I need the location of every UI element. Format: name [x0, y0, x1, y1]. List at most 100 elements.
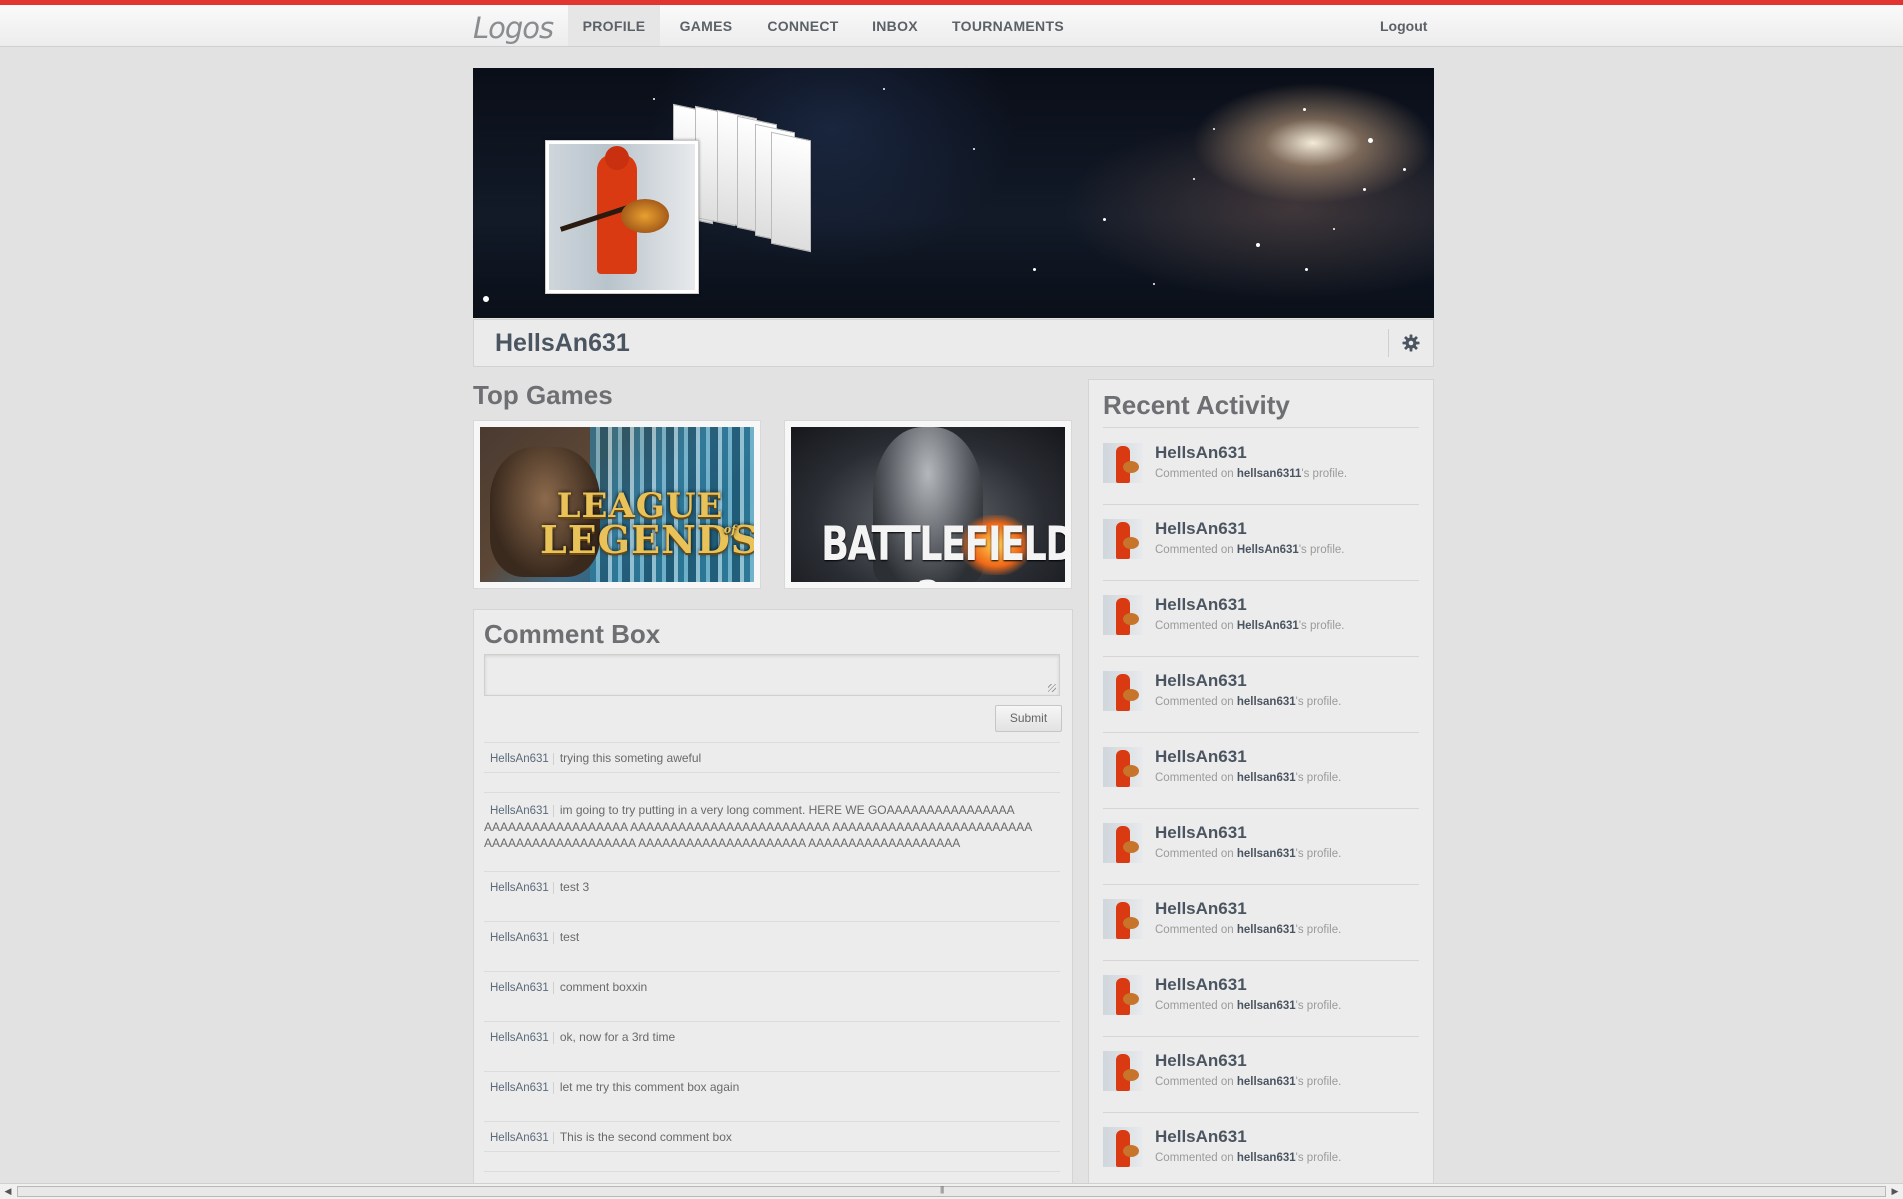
activity-item: HellsAn631 Commented on hellsan631's pro… — [1103, 656, 1419, 733]
avatar[interactable] — [1103, 975, 1143, 1015]
activity-target[interactable]: hellsan6311 — [1237, 468, 1302, 480]
comment-input[interactable] — [484, 654, 1060, 696]
avatar[interactable] — [1103, 671, 1143, 711]
activity-description: Commented on HellsAn631's profile. — [1155, 620, 1345, 632]
comment-row: HellsAn631 test 3 — [484, 871, 1060, 902]
activity-user[interactable]: HellsAn631 — [1155, 595, 1247, 615]
activity-item: HellsAn631 Commented on hellsan631's pro… — [1103, 808, 1419, 885]
activity-target[interactable]: HellsAn631 — [1237, 620, 1299, 632]
activity-item: HellsAn631 Commented on hellsan631's pro… — [1103, 1112, 1419, 1188]
avatar[interactable] — [1103, 443, 1143, 483]
recent-activity-title: Recent Activity — [1103, 390, 1290, 420]
recent-activity-panel: Recent Activity HellsAn631 Commented on … — [1088, 379, 1434, 1199]
comment-row: HellsAn631 This is the second comment box — [484, 1121, 1060, 1152]
activity-description: Commented on hellsan631's profile. — [1155, 924, 1342, 936]
nav-games[interactable]: GAMES — [668, 5, 744, 46]
lol-logo-of: of — [723, 523, 736, 536]
activity-user[interactable]: HellsAn631 — [1155, 899, 1247, 919]
profile-avatar[interactable] — [545, 140, 699, 294]
scroll-right-arrow-icon[interactable]: ▶ — [1888, 1186, 1902, 1197]
scrollbar-thumb[interactable] — [17, 1186, 1886, 1197]
activity-target[interactable]: hellsan631 — [1237, 848, 1296, 860]
avatar[interactable] — [1103, 519, 1143, 559]
submit-button[interactable]: Submit — [995, 705, 1062, 732]
logout-link[interactable]: Logout — [1380, 5, 1427, 46]
activity-user[interactable]: HellsAn631 — [1155, 443, 1247, 463]
lol-logo-line2: LEGENDS — [540, 517, 754, 562]
top-navbar: Logos PROFILE GAMES CONNECT INBOX TOURNA… — [0, 5, 1903, 47]
horizontal-scrollbar[interactable]: ◀ ||| ▶ — [0, 1183, 1903, 1199]
comment-user[interactable]: HellsAn631 — [484, 882, 554, 894]
comment-row: HellsAn631 test — [484, 921, 1060, 952]
activity-description: Commented on hellsan631's profile. — [1155, 1076, 1342, 1088]
gear-icon — [1402, 334, 1420, 352]
nav-profile[interactable]: PROFILE — [568, 5, 660, 46]
scrollbar-grip-icon: ||| — [940, 1185, 944, 1194]
avatar[interactable] — [1103, 747, 1143, 787]
top-games-title: Top Games — [473, 380, 613, 410]
settings-button[interactable] — [1388, 329, 1433, 357]
comment-row: HellsAn631 trying this someting aweful — [484, 742, 1060, 773]
activity-target[interactable]: hellsan631 — [1237, 1076, 1296, 1088]
scroll-left-arrow-icon[interactable]: ◀ — [1, 1186, 15, 1197]
avatar[interactable] — [1103, 1051, 1143, 1091]
comment-user[interactable]: HellsAn631 — [484, 932, 554, 944]
activity-user[interactable]: HellsAn631 — [1155, 823, 1247, 843]
avatar[interactable] — [1103, 899, 1143, 939]
activity-description: Commented on hellsan631's profile. — [1155, 772, 1342, 784]
activity-description: Commented on hellsan631's profile. — [1155, 1152, 1342, 1164]
activity-target[interactable]: hellsan631 — [1237, 772, 1296, 784]
comment-user[interactable]: HellsAn631 — [484, 805, 554, 817]
comment-user[interactable]: HellsAn631 — [484, 753, 554, 765]
activity-user[interactable]: HellsAn631 — [1155, 747, 1247, 767]
brand-logo[interactable]: Logos — [473, 11, 554, 45]
activity-user[interactable]: HellsAn631 — [1155, 519, 1247, 539]
activity-item: HellsAn631 Commented on HellsAn631's pro… — [1103, 580, 1419, 657]
comment-user[interactable]: HellsAn631 — [484, 1132, 554, 1144]
comment-row: HellsAn631 ok, now for a 3rd time — [484, 1021, 1060, 1052]
activity-description: Commented on hellsan631's profile. — [1155, 848, 1342, 860]
activity-target[interactable]: hellsan631 — [1237, 1152, 1296, 1164]
activity-item: HellsAn631 Commented on hellsan6311's pr… — [1103, 428, 1419, 505]
comment-box-title: Comment Box — [484, 619, 661, 649]
avatar[interactable] — [1103, 595, 1143, 635]
activity-target[interactable]: hellsan631 — [1237, 1000, 1296, 1012]
activity-item: HellsAn631 Commented on hellsan631's pro… — [1103, 884, 1419, 961]
profile-name-bar: HellsAn631 — [473, 319, 1434, 367]
comment-text: ok, now for a 3rd time — [559, 1030, 676, 1044]
comment-text: test 3 — [559, 880, 590, 894]
activity-target[interactable]: hellsan631 — [1237, 924, 1296, 936]
activity-target[interactable]: hellsan631 — [1237, 696, 1296, 708]
game-card-league-of-legends[interactable]: LEAGUE LEGENDS of — [473, 420, 761, 589]
activity-target[interactable]: HellsAn631 — [1237, 544, 1299, 556]
comment-text: let me try this comment box again — [559, 1080, 740, 1094]
comment-row: HellsAn631 comment boxxin — [484, 971, 1060, 1002]
comment-row: HellsAn631 im going to try putting in a v… — [484, 792, 1060, 858]
comment-row: HellsAn631 let me try this comment box ag… — [484, 1071, 1060, 1102]
comment-text: This is the second comment box — [559, 1130, 732, 1144]
avatar[interactable] — [1103, 823, 1143, 863]
avatar[interactable] — [1103, 1127, 1143, 1167]
comment-text: test — [559, 930, 580, 944]
activity-user[interactable]: HellsAn631 — [1155, 671, 1247, 691]
activity-user[interactable]: HellsAn631 — [1155, 1127, 1247, 1147]
activity-item: HellsAn631 Commented on hellsan631's pro… — [1103, 960, 1419, 1037]
comment-user[interactable]: HellsAn631 — [484, 1082, 554, 1094]
comment-text: comment boxxin — [559, 980, 648, 994]
activity-user[interactable]: HellsAn631 — [1155, 975, 1247, 995]
game-card-battlefield-3[interactable]: BATTLEFIELD 3 — [784, 420, 1072, 589]
activity-description: Commented on HellsAn631's profile. — [1155, 544, 1345, 556]
nav-connect[interactable]: CONNECT — [760, 5, 846, 46]
comment-user[interactable]: HellsAn631 — [484, 982, 554, 994]
nav-inbox[interactable]: INBOX — [862, 5, 928, 46]
nav-tournaments[interactable]: TOURNAMENTS — [944, 5, 1072, 46]
activity-item: HellsAn631 Commented on hellsan631's pro… — [1103, 732, 1419, 809]
activity-description: Commented on hellsan6311's profile. — [1155, 468, 1348, 480]
activity-item: HellsAn631 Commented on HellsAn631's pro… — [1103, 504, 1419, 581]
comment-box-panel: Comment Box Submit HellsAn631 trying this… — [473, 609, 1073, 1199]
comment-user[interactable]: HellsAn631 — [484, 1032, 554, 1044]
resize-grip-icon[interactable] — [1048, 684, 1056, 692]
activity-user[interactable]: HellsAn631 — [1155, 1051, 1247, 1071]
activity-description: Commented on hellsan631's profile. — [1155, 1000, 1342, 1012]
activity-item: HellsAn631 Commented on hellsan631's pro… — [1103, 1036, 1419, 1113]
